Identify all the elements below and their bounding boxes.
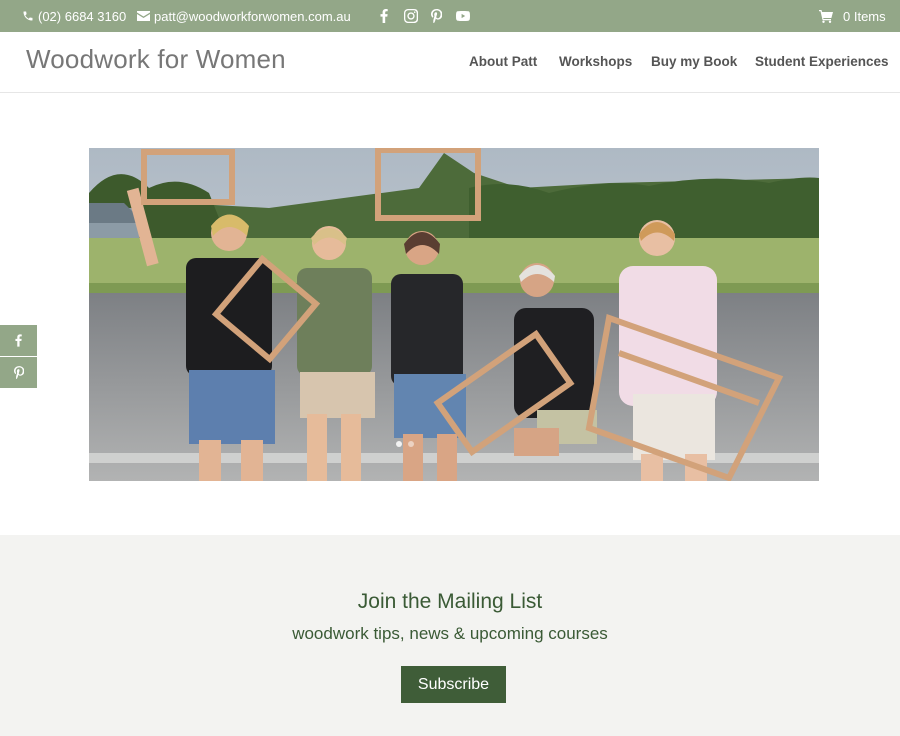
phone-link[interactable]: (02) 6684 3160	[22, 0, 126, 32]
mailing-list-section: Join the Mailing List woodwork tips, new…	[0, 535, 900, 736]
share-pinterest-button[interactable]	[0, 357, 37, 388]
youtube-link[interactable]	[456, 0, 470, 32]
phone-number: (02) 6684 3160	[38, 8, 127, 24]
email-link[interactable]: patt@woodworkforwomen.com.au	[137, 0, 351, 32]
email-address: patt@woodworkforwomen.com.au	[154, 8, 351, 24]
site-header: Woodwork for Women About Patt Workshops …	[0, 32, 900, 93]
cart-label: 0 Items	[843, 8, 886, 24]
top-bar: (02) 6684 3160 patt@woodworkforwomen.com…	[0, 0, 900, 32]
nav-buy-my-book[interactable]: Buy my Book	[651, 54, 737, 69]
facebook-icon	[15, 334, 22, 347]
share-facebook-button[interactable]	[0, 325, 37, 356]
facebook-icon	[380, 9, 388, 23]
hero-photo	[89, 148, 819, 481]
envelope-icon	[137, 11, 150, 21]
pinterest-link[interactable]	[431, 0, 442, 32]
pinterest-icon	[13, 366, 24, 379]
instagram-link[interactable]	[404, 0, 418, 32]
facebook-link[interactable]	[380, 0, 388, 32]
pinterest-icon	[431, 9, 442, 23]
mailing-list-subtitle: woodwork tips, news & upcoming courses	[292, 624, 608, 643]
youtube-icon	[456, 11, 470, 21]
cart-icon	[819, 9, 833, 23]
phone-icon	[23, 11, 33, 21]
subscribe-button[interactable]: Subscribe	[401, 666, 506, 703]
nav-workshops[interactable]: Workshops	[559, 54, 632, 69]
instagram-icon	[404, 9, 418, 23]
cart-link[interactable]: 0 Items	[819, 0, 886, 32]
hero-photo-illustration	[89, 148, 819, 481]
site-logo[interactable]: Woodwork for Women	[26, 44, 286, 75]
nav-about-patt[interactable]: About Patt	[469, 54, 537, 69]
nav-student-experiences[interactable]: Student Experiences	[755, 54, 889, 69]
mailing-list-title: Join the Mailing List	[357, 590, 543, 613]
